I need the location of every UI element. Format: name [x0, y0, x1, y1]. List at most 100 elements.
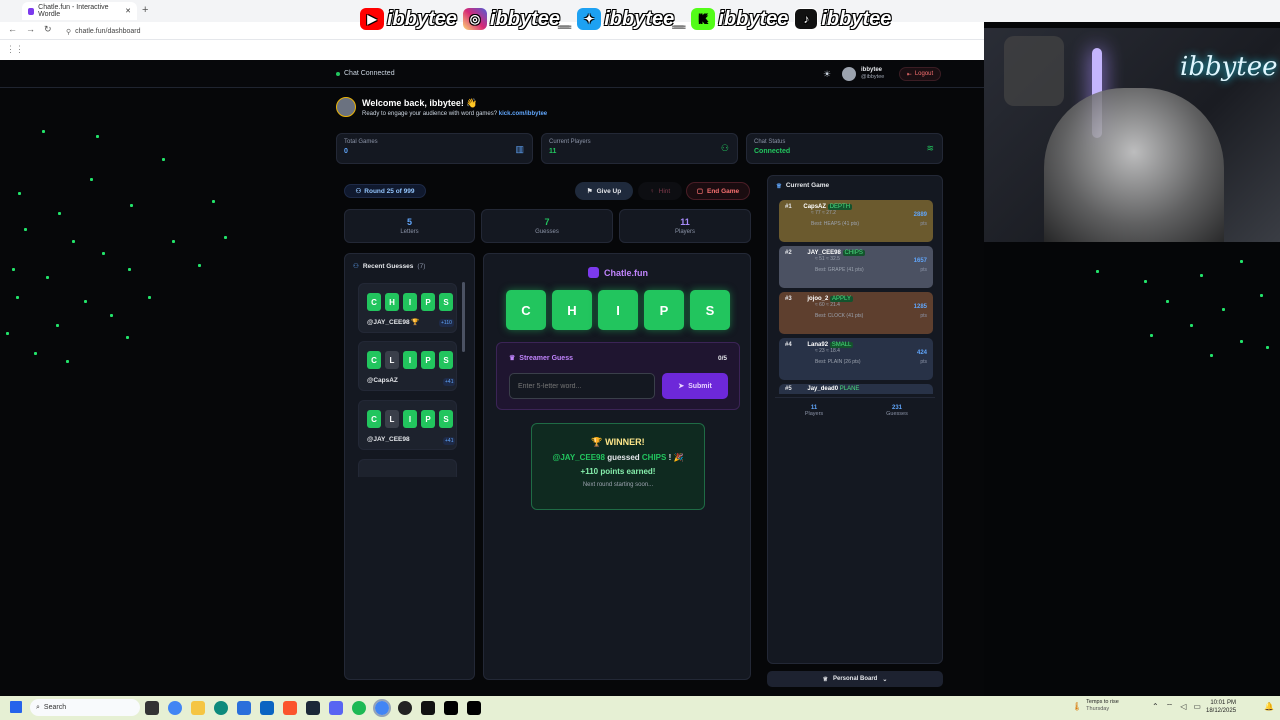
- leaderboard-entry-partial[interactable]: #5 Jay_dead0 PLANE: [779, 384, 933, 394]
- streamer-guess-input[interactable]: [509, 373, 655, 399]
- windows-start-icon[interactable]: [10, 701, 22, 713]
- hint-label: Hint: [658, 187, 671, 195]
- new-tab-icon[interactable]: +: [142, 4, 148, 16]
- guess-tile: S: [439, 351, 453, 369]
- give-up-label: Give Up: [596, 187, 622, 195]
- player-name: Jay_dead0: [807, 386, 839, 392]
- forward-icon[interactable]: →: [26, 24, 35, 34]
- guess-user: @JAY_CEE98: [367, 436, 410, 443]
- welcome-subtitle-row: Ready to engage your audience with word …: [362, 111, 547, 117]
- hint-button[interactable]: ♀ Hint: [638, 182, 682, 200]
- recent-scrollbar[interactable]: [462, 282, 465, 352]
- notification-icon[interactable]: 🔔: [1264, 702, 1274, 711]
- obs-icon[interactable]: [398, 701, 412, 715]
- system-tray: ⌃ ⌔ ◁ ▭: [1152, 702, 1201, 712]
- player-best: Best: HEAPS (41 pts): [811, 221, 860, 227]
- leaderboard-entry[interactable]: #4 Lana92 SMALL ≈ 23 ≈ 18.4 Best: PLAIN …: [779, 338, 933, 380]
- guess-card: C H I P S @JAY_CEE98 🏆 +110: [358, 283, 457, 333]
- guess-points: +41: [443, 437, 456, 445]
- weather-widget[interactable]: 🌡 Temps to rise Thursday: [1072, 699, 1119, 713]
- chrome-active-icon[interactable]: [373, 699, 391, 717]
- brave-icon[interactable]: [283, 701, 297, 715]
- current-players-stat: 11 Players: [800, 405, 828, 417]
- wifi-icon: ≋: [926, 143, 934, 153]
- guess-points: +110: [439, 319, 454, 327]
- tiktok-icon: ♪: [794, 8, 819, 30]
- personal-board-label: Personal Board: [833, 676, 878, 682]
- counter-value: 11: [680, 217, 690, 227]
- browser-tab[interactable]: Chatle.fun - Interactive Wordle ✕: [22, 2, 137, 20]
- battery-icon[interactable]: ▭: [1193, 702, 1201, 712]
- close-tab-icon[interactable]: ✕: [125, 7, 131, 15]
- logout-icon: ⇤: [906, 71, 912, 78]
- leaderboard-entry[interactable]: #1 CapsAZ DEPTH ≈ 77 ≈ 27.2 Best: HEAPS …: [779, 200, 933, 242]
- store-icon[interactable]: [237, 701, 251, 715]
- rank: #2: [785, 250, 792, 256]
- reload-icon[interactable]: ↻: [44, 24, 52, 35]
- file-explorer-icon[interactable]: [145, 701, 159, 715]
- steam-icon[interactable]: [306, 701, 320, 715]
- next-round-text: Next round starting soon...: [582, 482, 654, 488]
- guess-user: @JAY_CEE98 🏆: [367, 319, 420, 326]
- youtube-icon: ▶: [360, 8, 384, 30]
- apps-icon[interactable]: ⋮⋮: [6, 44, 24, 55]
- player-points: 1657: [913, 258, 927, 264]
- instagram-icon: ◎: [463, 8, 488, 30]
- kick-link[interactable]: kick.com/ibbytee: [499, 111, 547, 117]
- back-icon[interactable]: ←: [8, 24, 17, 34]
- counter-label: Letters: [400, 229, 419, 235]
- chrome-icon[interactable]: [168, 701, 182, 715]
- brand-row: Chatle.fun: [484, 267, 752, 278]
- taskbar-search[interactable]: ⌕ Search: [30, 699, 140, 716]
- personal-board-button[interactable]: ♕ Personal Board ⌄: [767, 671, 943, 687]
- leaderboard-entry[interactable]: #3 jojoo_2 APPLY ≈ 60 ≈ 21.4 Best: CLOCK…: [779, 292, 933, 334]
- outlook-icon[interactable]: [260, 701, 274, 715]
- taskbar: ⌕ Search 🌡 Temps to rise Thursday ⌃ ⌔ ◁ …: [0, 696, 1280, 720]
- winner-guessed: guessed: [607, 453, 640, 462]
- recent-title: Recent Guesses: [362, 262, 414, 270]
- tiktok-app-icon[interactable]: [444, 701, 458, 715]
- chat-status-indicator: Chat Connected: [336, 70, 395, 77]
- folder-icon[interactable]: [191, 701, 205, 715]
- trophy-icon: 🏆: [591, 437, 603, 447]
- discord-icon[interactable]: [329, 701, 343, 715]
- social-handle: ibbytee_: [490, 7, 572, 30]
- user-avatar[interactable]: [842, 67, 856, 81]
- chevron-up-icon[interactable]: ⌃: [1152, 702, 1159, 712]
- guess-tile: C: [367, 293, 381, 311]
- search-icon: ⌕: [36, 703, 40, 711]
- leaderboard-entry[interactable]: #2 JAY_CEE98 CHIPS ≈ 51 ≈ 32.5 Best: GRA…: [779, 246, 933, 288]
- edge-icon[interactable]: [214, 701, 228, 715]
- player-points: 2889: [913, 212, 927, 218]
- crown-icon: ♛: [509, 355, 516, 362]
- player-stats: ≈ 23 ≈ 18.4: [815, 348, 840, 354]
- twitter-icon: ✦: [577, 8, 602, 30]
- theme-toggle-icon[interactable]: ☀: [823, 69, 831, 80]
- points-unit: pts: [920, 359, 927, 365]
- spotify-icon[interactable]: [352, 701, 366, 715]
- thermometer-icon: 🌡: [1072, 701, 1083, 711]
- stream-socials-overlay: ▶ ibbytee ◎ ibbytee_ ✦ ibbytee_ K ibbyte…: [360, 5, 891, 33]
- terminal-icon[interactable]: [421, 701, 435, 715]
- volume-icon[interactable]: ◁: [1180, 702, 1186, 712]
- welcome-subtitle: Ready to engage your audience with word …: [362, 111, 498, 117]
- logout-label: Logout: [914, 71, 934, 77]
- player-points: 424: [916, 350, 927, 356]
- capcut-icon[interactable]: [467, 701, 481, 715]
- guess-tile: P: [421, 351, 435, 369]
- end-game-button[interactable]: ▢ End Game: [686, 182, 750, 200]
- network-icon[interactable]: ⌔: [1166, 702, 1174, 712]
- give-up-button[interactable]: ⚑ Give Up: [575, 182, 633, 200]
- bar-chart-icon: ▥: [515, 144, 524, 154]
- neon-sign: ibbytee: [1180, 52, 1278, 82]
- stat-value: 11: [549, 148, 557, 155]
- rank: #3: [785, 296, 792, 302]
- logout-button[interactable]: ⇤ Logout: [899, 67, 941, 81]
- player-best: Best: CLOCK (41 pts): [815, 313, 864, 319]
- clock[interactable]: 10:01 PM 18/12/2025: [1206, 699, 1236, 715]
- guess-tile: S: [439, 293, 453, 311]
- site-info-icon[interactable]: ⚲: [66, 28, 71, 36]
- tab-title: Chatle.fun - Interactive Wordle: [38, 4, 109, 18]
- particle-field-right: [1090, 250, 1280, 370]
- submit-button[interactable]: ➤ Submit: [662, 373, 728, 399]
